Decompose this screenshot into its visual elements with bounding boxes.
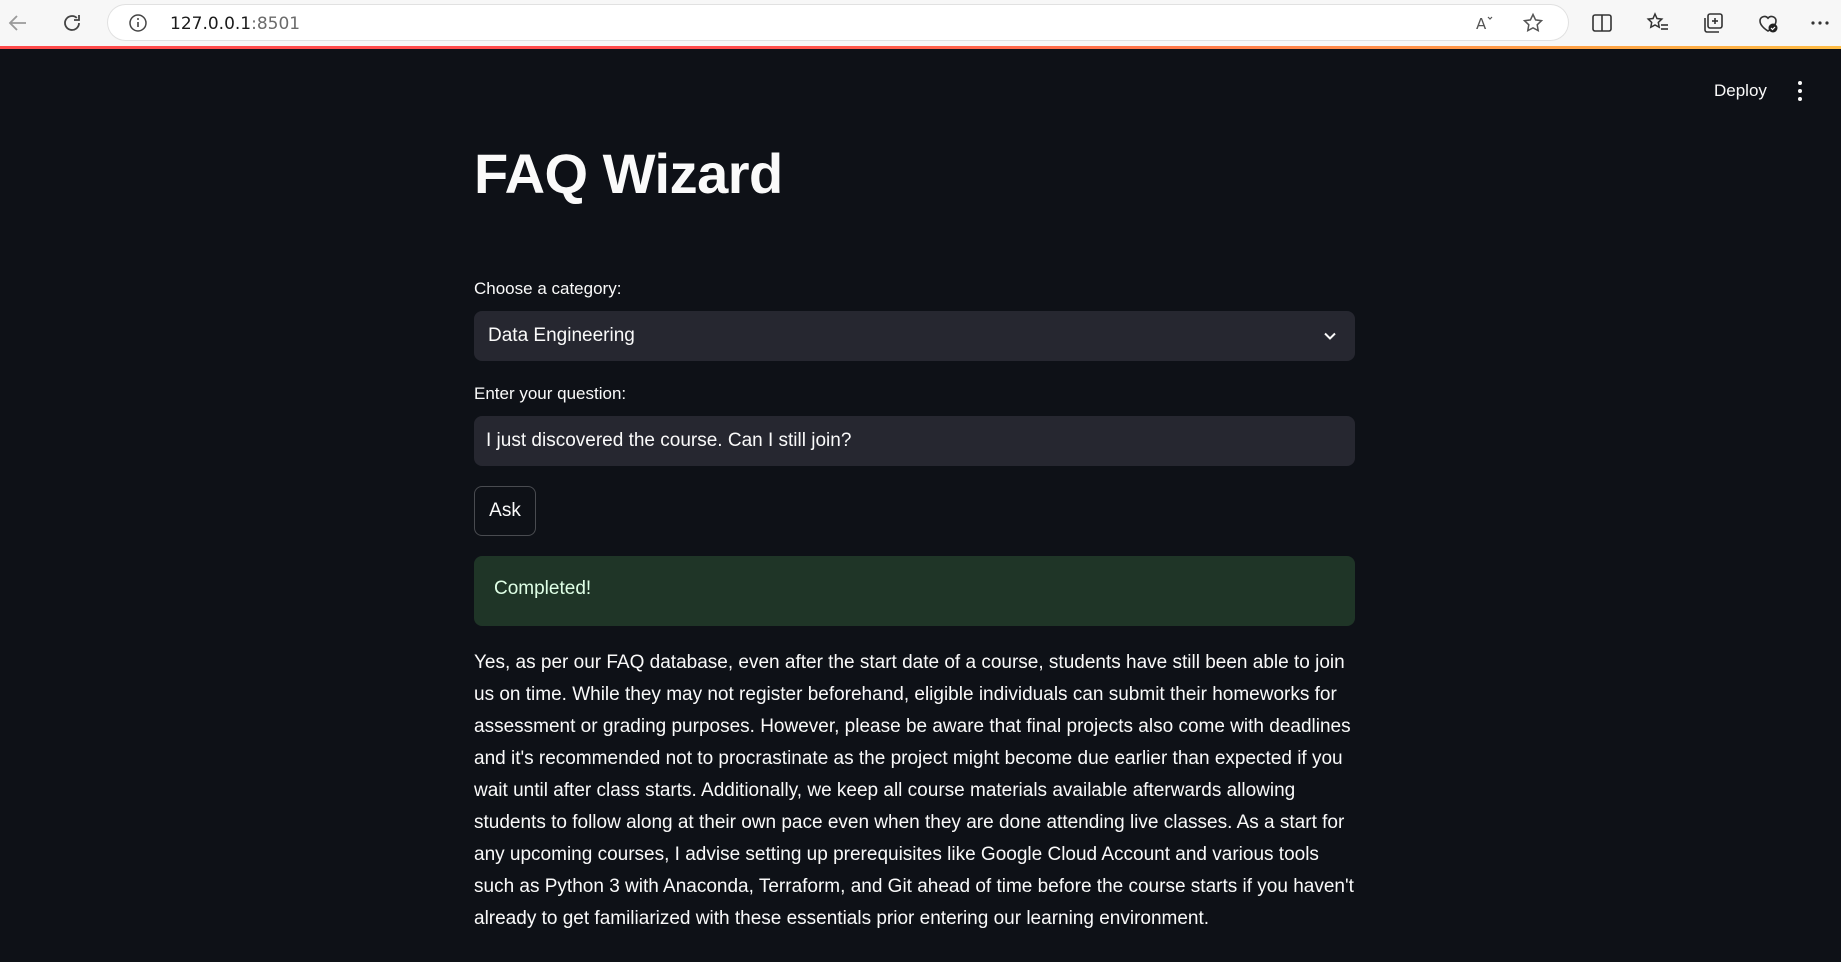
- question-label: Enter your question:: [474, 384, 627, 403]
- status-success-alert: Completed!: [474, 556, 1355, 626]
- url-port: :8501: [251, 14, 301, 34]
- browser-toolbar: 127.0.0.1:8501 A: [0, 0, 1841, 46]
- browser-essentials-icon[interactable]: [1756, 11, 1780, 35]
- svg-text:A: A: [1476, 15, 1487, 33]
- page-title: FAQ Wizard: [474, 142, 783, 205]
- url-host: 127.0.0.1: [170, 14, 252, 34]
- question-input[interactable]: [474, 416, 1355, 466]
- split-screen-icon[interactable]: [1590, 11, 1614, 35]
- deploy-button[interactable]: Deploy: [1702, 78, 1779, 104]
- app-container: Deploy FAQ Wizard Choose a category: Dat…: [0, 49, 1841, 962]
- favorites-icon[interactable]: [1646, 11, 1670, 35]
- more-options-icon[interactable]: [1808, 11, 1832, 35]
- chevron-down-icon: [1321, 327, 1339, 345]
- category-label: Choose a category:: [474, 279, 622, 298]
- favorite-star-icon[interactable]: [1522, 12, 1544, 34]
- answer-text: Yes, as per our FAQ database, even after…: [474, 652, 1354, 929]
- back-arrow-icon[interactable]: [4, 9, 32, 37]
- category-select[interactable]: Data Engineering: [474, 311, 1355, 361]
- kebab-menu-icon[interactable]: [1790, 79, 1810, 103]
- category-select-value: Data Engineering: [488, 325, 635, 346]
- url-text: 127.0.0.1:8501: [170, 14, 300, 34]
- ask-button[interactable]: Ask: [474, 486, 536, 536]
- read-aloud-icon[interactable]: A: [1474, 12, 1496, 34]
- collections-icon[interactable]: [1701, 11, 1725, 35]
- info-icon[interactable]: [128, 13, 148, 33]
- refresh-icon[interactable]: [58, 9, 86, 37]
- address-bar[interactable]: 127.0.0.1:8501 A: [108, 5, 1568, 40]
